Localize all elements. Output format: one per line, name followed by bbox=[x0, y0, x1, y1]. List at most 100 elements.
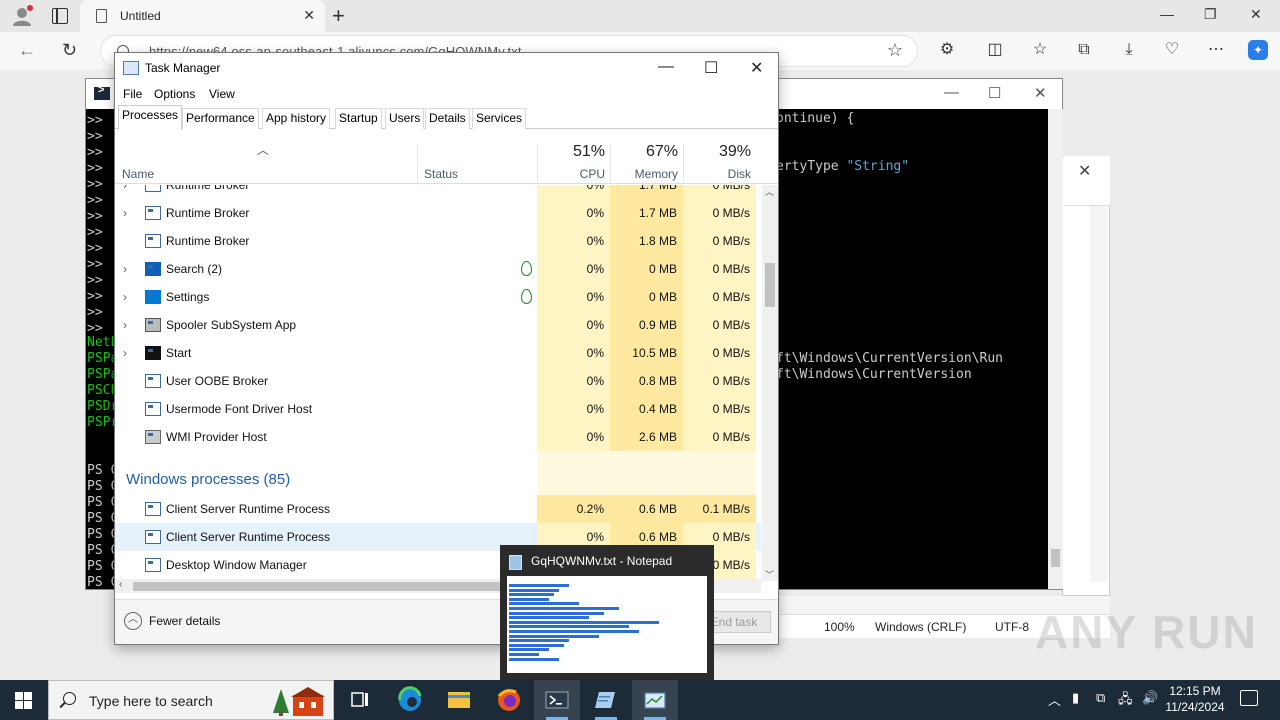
expand-chevron-icon[interactable]: › bbox=[123, 346, 127, 360]
process-row[interactable]: Runtime Broker 0% 1.8 MB 0 MB/s bbox=[115, 227, 761, 255]
browser-restore-icon[interactable]: ❐ bbox=[1204, 6, 1217, 23]
process-row[interactable]: Usermode Font Driver Host 0% 0.4 MB 0 MB/s bbox=[115, 395, 761, 423]
favorites-icon[interactable]: ☆ bbox=[1030, 40, 1050, 60]
col-status[interactable]: Status bbox=[424, 167, 458, 181]
process-row[interactable]: User OOBE Broker 0% 0.8 MB 0 MB/s bbox=[115, 367, 761, 395]
refresh-icon[interactable]: ↻ bbox=[62, 40, 77, 61]
file-explorer-icon[interactable] bbox=[436, 680, 482, 720]
ps-scrollbar[interactable] bbox=[1048, 109, 1063, 589]
taskbar-thumbnail[interactable]: GqHQWNMv.txt - Notepad bbox=[500, 545, 714, 680]
tm-scrollbar[interactable]: ︿ ﹀ bbox=[762, 185, 778, 581]
ps-maximize-icon[interactable]: ☐ bbox=[988, 84, 1001, 102]
process-row[interactable]: › Runtime Broker 0% 1.7 MB 0 MB/s bbox=[115, 199, 761, 227]
show-hidden-icons-icon[interactable]: ︿ bbox=[1048, 690, 1061, 709]
task-view-icon[interactable] bbox=[337, 680, 383, 720]
favorite-star-icon[interactable]: ☆ bbox=[887, 40, 903, 61]
search-highlight-icon[interactable] bbox=[271, 687, 327, 717]
tab-performance[interactable]: Performance bbox=[182, 108, 259, 129]
menu-file[interactable]: File bbox=[123, 87, 142, 101]
col-divider[interactable] bbox=[417, 144, 418, 184]
col-memory[interactable]: Memory bbox=[610, 167, 678, 181]
group-row[interactable]: Windows processes (85) bbox=[115, 465, 761, 495]
notification-center-icon[interactable] bbox=[1240, 690, 1258, 706]
scroll-left-icon[interactable]: ‹ bbox=[119, 579, 122, 590]
scroll-down-icon[interactable]: ﹀ bbox=[765, 568, 774, 581]
process-row[interactable]: › Start 0% 10.5 MB 0 MB/s bbox=[115, 339, 761, 367]
tab-app-history[interactable]: App history bbox=[262, 108, 331, 129]
group-header[interactable]: Windows processes (85) bbox=[126, 471, 290, 488]
browser-tab[interactable]: Untitled ✕ bbox=[80, 0, 325, 32]
back-icon[interactable]: ← bbox=[18, 40, 36, 61]
tm-minimize-icon[interactable]: — bbox=[658, 58, 674, 76]
process-row[interactable]: Client Server Runtime Process 0.2% 0.6 MB 0… bbox=[115, 495, 761, 523]
menu-options[interactable]: Options bbox=[154, 87, 195, 101]
performance-icon[interactable]: ♡ bbox=[1162, 40, 1182, 60]
extensions-icon[interactable]: ⚙ bbox=[937, 40, 957, 60]
browser-minimize-icon[interactable]: — bbox=[1160, 6, 1174, 22]
process-row[interactable]: › Spooler SubSystem App 0% 0.9 MB 0 MB/s bbox=[115, 311, 761, 339]
powershell-icon bbox=[94, 84, 110, 100]
process-row[interactable]: › Settings 0% 0 MB 0 MB/s bbox=[115, 283, 761, 311]
downloads-icon[interactable]: ⤓ bbox=[1119, 40, 1139, 60]
notepad-scrollbar[interactable] bbox=[1090, 206, 1108, 582]
profile-avatar-icon[interactable] bbox=[10, 5, 34, 27]
tab-processes[interactable]: Processes bbox=[118, 105, 183, 130]
battery-icon[interactable]: ▮ bbox=[1072, 690, 1079, 706]
taskbar-clock[interactable]: 12:15 PM 11/24/2024 bbox=[1162, 683, 1228, 715]
powershell-taskbar-icon[interactable] bbox=[534, 680, 580, 720]
tm-menubar: File Options View bbox=[115, 83, 778, 105]
expand-chevron-icon[interactable]: › bbox=[123, 290, 127, 304]
process-row[interactable]: › Search (2) 0% 0 MB 0 MB/s bbox=[115, 255, 761, 283]
sort-up-icon[interactable]: ︿ bbox=[257, 141, 269, 158]
notepad-close-icon[interactable]: ✕ bbox=[1078, 161, 1091, 181]
menu-view[interactable]: View bbox=[209, 87, 235, 101]
scroll-up-icon[interactable]: ︿ bbox=[765, 185, 774, 198]
expand-chevron-icon[interactable]: › bbox=[123, 318, 127, 332]
collections-icon[interactable]: ⧉ bbox=[1074, 40, 1094, 60]
task-manager-taskbar-icon[interactable] bbox=[632, 680, 678, 720]
split-screen-icon[interactable]: ◫ bbox=[985, 40, 1005, 60]
process-name: Spooler SubSystem App bbox=[166, 318, 297, 332]
collapse-chevron-icon[interactable]: ︿ bbox=[124, 612, 142, 630]
tab-services[interactable]: Services bbox=[472, 108, 527, 129]
ps-close-icon[interactable]: ✕ bbox=[1034, 84, 1047, 102]
windows-start-icon[interactable] bbox=[15, 692, 33, 709]
tm-close-icon[interactable]: ✕ bbox=[750, 58, 763, 78]
more-menu-icon[interactable]: ⋯ bbox=[1206, 40, 1226, 60]
taskbar-search-box[interactable]: Type here to search bbox=[48, 680, 334, 720]
expand-chevron-icon[interactable]: › bbox=[123, 206, 127, 220]
browser-close-icon[interactable]: ✕ bbox=[1250, 6, 1262, 23]
process-row[interactable]: › Runtime Broker 0% 1.7 MB 0 MB/s bbox=[115, 185, 761, 199]
meet-now-icon[interactable]: ⧉ bbox=[1096, 690, 1105, 706]
search-placeholder[interactable]: Type here to search bbox=[89, 693, 213, 709]
task-manager-icon bbox=[123, 61, 139, 75]
notepad-taskbar-icon[interactable] bbox=[583, 680, 629, 720]
tm-hscroll-thumb[interactable] bbox=[133, 582, 513, 591]
edge-icon[interactable] bbox=[387, 680, 433, 720]
col-disk[interactable]: Disk bbox=[683, 167, 751, 181]
fewer-details-link[interactable]: Fewer details bbox=[149, 614, 220, 628]
cpu-total[interactable]: 51% bbox=[537, 143, 605, 161]
network-icon[interactable]: 🖧 bbox=[1118, 690, 1133, 712]
col-name[interactable]: Name bbox=[122, 167, 154, 181]
ps-minimize-icon[interactable]: — bbox=[944, 84, 959, 101]
tab-startup[interactable]: Startup bbox=[335, 108, 382, 129]
new-tab-icon[interactable]: + bbox=[332, 3, 345, 29]
process-row[interactable]: WMI Provider Host 0% 2.6 MB 0 MB/s bbox=[115, 423, 761, 451]
expand-chevron-icon[interactable]: › bbox=[123, 262, 127, 276]
tab-close-icon[interactable]: ✕ bbox=[303, 7, 315, 24]
firefox-icon[interactable] bbox=[486, 680, 532, 720]
tm-scroll-thumb[interactable] bbox=[765, 263, 775, 307]
copilot-icon[interactable]: ✦ bbox=[1248, 40, 1268, 60]
thumbnail-preview[interactable] bbox=[507, 576, 707, 673]
tab-actions-icon[interactable] bbox=[52, 7, 68, 24]
disk-total[interactable]: 39% bbox=[683, 143, 751, 161]
tab-details[interactable]: Details bbox=[425, 108, 470, 129]
tm-maximize-icon[interactable]: ☐ bbox=[704, 58, 718, 78]
volume-icon[interactable]: 🔊 bbox=[1142, 690, 1158, 706]
preview-text-line bbox=[509, 602, 579, 606]
col-cpu[interactable]: CPU bbox=[537, 167, 605, 181]
expand-chevron-icon[interactable]: › bbox=[123, 185, 127, 192]
tab-users[interactable]: Users bbox=[385, 108, 425, 129]
memory-total[interactable]: 67% bbox=[610, 143, 678, 161]
